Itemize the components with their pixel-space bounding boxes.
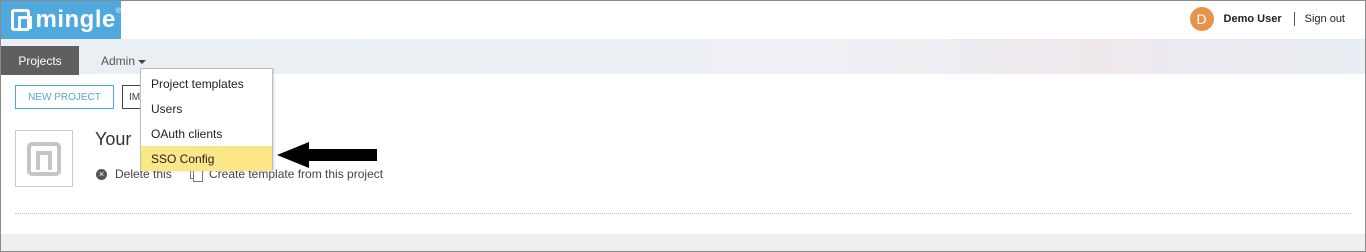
menu-item-users[interactable]: Users [141, 96, 272, 121]
menu-item-sso-config[interactable]: SSO Config [141, 146, 272, 171]
arrow-left-icon [277, 142, 377, 168]
user-area: D Demo User Sign out [1189, 7, 1345, 31]
avatar[interactable]: D [1189, 7, 1214, 31]
footer-bar [1, 234, 1365, 251]
mingle-logo-icon [11, 9, 33, 31]
tab-admin-label: Admin [101, 53, 136, 68]
divider [15, 213, 1351, 214]
menu-item-oauth-clients[interactable]: OAuth clients [141, 121, 272, 146]
app-window: mingle ® D Demo User Sign out Projects A… [0, 0, 1366, 252]
sign-out-link[interactable]: Sign out [1305, 13, 1345, 25]
caret-down-icon [138, 59, 147, 64]
mingle-logo[interactable]: mingle ® [1, 1, 121, 39]
close-circle-icon: × [96, 168, 107, 180]
logo-text: mingle [35, 6, 116, 33]
tab-projects[interactable]: Projects [1, 46, 79, 75]
logo-registered-mark: ® [115, 7, 121, 15]
header-separator [1293, 12, 1295, 26]
project-title[interactable]: Your [95, 129, 131, 150]
menu-item-project-templates[interactable]: Project templates [141, 71, 272, 96]
admin-dropdown-menu: Project templates Users OAuth clients SS… [140, 68, 273, 171]
project-logo-icon[interactable] [15, 130, 73, 187]
user-name[interactable]: Demo User [1224, 13, 1282, 25]
new-project-button[interactable]: NEW PROJECT [15, 85, 114, 109]
